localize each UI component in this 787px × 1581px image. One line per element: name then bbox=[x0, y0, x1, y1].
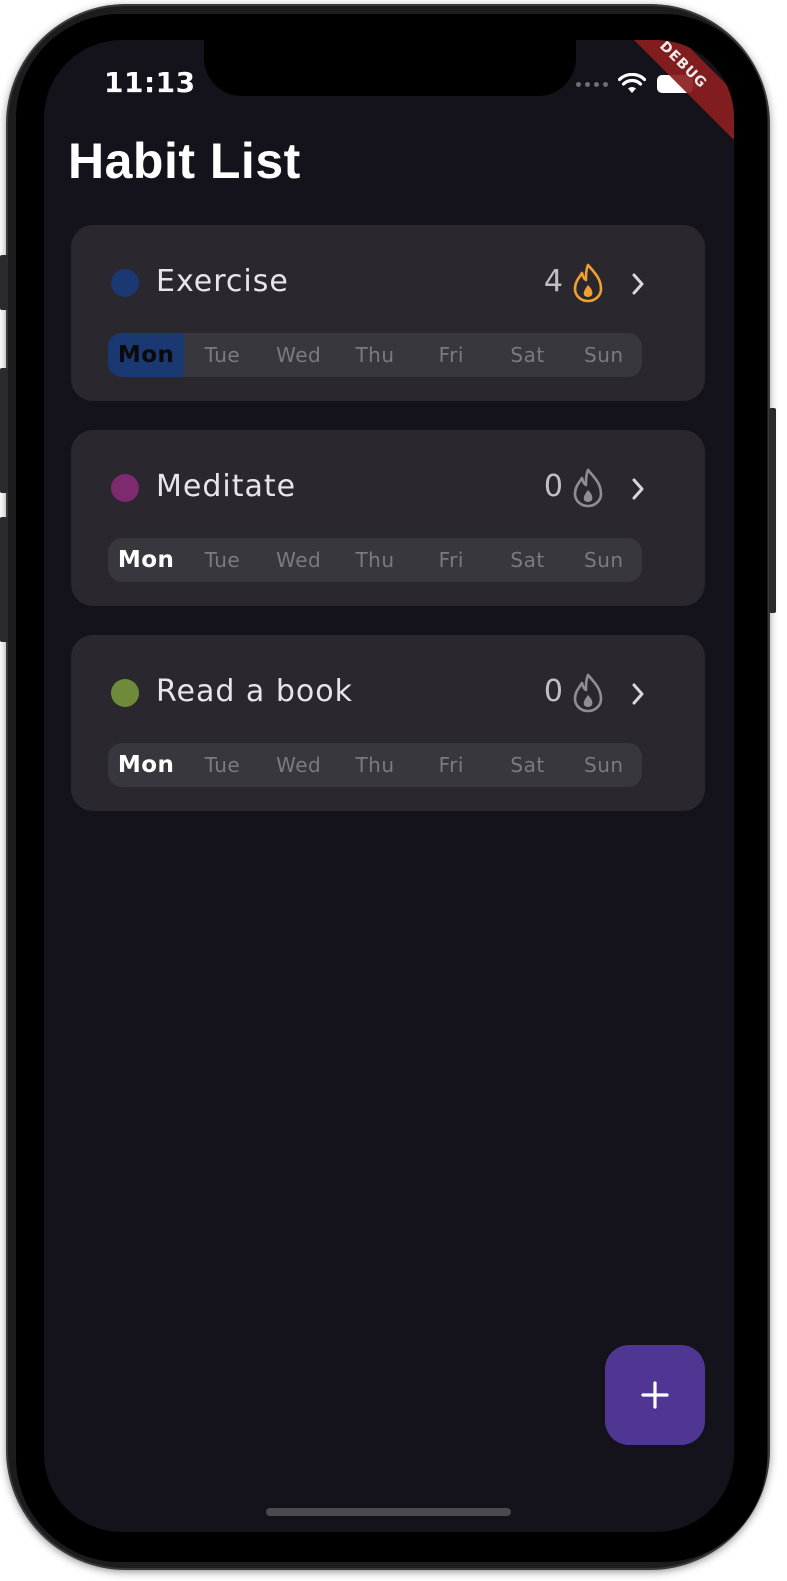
status-time: 11:13 bbox=[104, 66, 196, 99]
app-screen: 11:13 DEBUG Habit List Exercise 4 Mon Tu… bbox=[44, 40, 734, 1532]
signal-dots-icon bbox=[576, 81, 608, 87]
habit-color-dot bbox=[111, 679, 139, 707]
habit-name: Exercise bbox=[156, 264, 289, 299]
day-toggle-thu[interactable]: Thu bbox=[337, 743, 413, 787]
day-toggle-tue[interactable]: Tue bbox=[184, 333, 260, 377]
plus-icon bbox=[641, 1381, 669, 1409]
day-toggle-wed[interactable]: Wed bbox=[261, 743, 337, 787]
day-toggle-sun[interactable]: Sun bbox=[566, 743, 642, 787]
day-toggle-thu[interactable]: Thu bbox=[337, 538, 413, 582]
day-toggle-sat[interactable]: Sat bbox=[489, 538, 565, 582]
day-toggle-fri[interactable]: Fri bbox=[413, 743, 489, 787]
day-toggle-wed[interactable]: Wed bbox=[261, 333, 337, 377]
home-indicator[interactable] bbox=[266, 1508, 511, 1516]
habit-card[interactable]: Read a book 0 Mon Tue Wed Thu Fri Sat Sun bbox=[71, 635, 705, 811]
day-toggle-sat[interactable]: Sat bbox=[489, 743, 565, 787]
day-toggle-sun[interactable]: Sun bbox=[566, 538, 642, 582]
day-toggle-fri[interactable]: Fri bbox=[413, 333, 489, 377]
habit-card[interactable]: Meditate 0 Mon Tue Wed Thu Fri Sat Sun bbox=[71, 430, 705, 606]
wifi-icon bbox=[618, 73, 646, 93]
volume-down-button bbox=[0, 517, 8, 642]
volume-up-button bbox=[0, 368, 8, 493]
week-day-selector: Mon Tue Wed Thu Fri Sat Sun bbox=[108, 333, 642, 377]
add-habit-button[interactable] bbox=[605, 1345, 705, 1445]
streak-count: 0 bbox=[543, 469, 563, 504]
habit-name: Read a book bbox=[156, 674, 353, 709]
habit-header: Read a book 0 bbox=[111, 673, 649, 713]
notch bbox=[204, 40, 576, 96]
power-button bbox=[769, 408, 776, 613]
day-toggle-tue[interactable]: Tue bbox=[184, 538, 260, 582]
silent-switch bbox=[0, 255, 8, 310]
streak-count: 4 bbox=[543, 264, 563, 299]
flame-icon bbox=[573, 673, 603, 713]
habit-color-dot bbox=[111, 269, 139, 297]
day-toggle-sun[interactable]: Sun bbox=[566, 333, 642, 377]
habit-header: Meditate 0 bbox=[111, 468, 649, 508]
habit-header: Exercise 4 bbox=[111, 263, 649, 303]
streak-count: 0 bbox=[543, 674, 563, 709]
week-day-selector: Mon Tue Wed Thu Fri Sat Sun bbox=[108, 743, 642, 787]
day-toggle-wed[interactable]: Wed bbox=[261, 538, 337, 582]
day-toggle-tue[interactable]: Tue bbox=[184, 743, 260, 787]
day-toggle-mon[interactable]: Mon bbox=[108, 333, 185, 377]
chevron-right-icon[interactable] bbox=[627, 271, 649, 297]
day-toggle-thu[interactable]: Thu bbox=[337, 333, 413, 377]
page-title: Habit List bbox=[68, 133, 301, 189]
week-day-selector: Mon Tue Wed Thu Fri Sat Sun bbox=[108, 538, 642, 582]
day-toggle-fri[interactable]: Fri bbox=[413, 538, 489, 582]
flame-icon bbox=[573, 468, 603, 508]
flame-icon bbox=[573, 263, 603, 303]
day-toggle-mon[interactable]: Mon bbox=[108, 538, 184, 582]
habit-color-dot bbox=[111, 474, 139, 502]
habit-name: Meditate bbox=[156, 469, 297, 504]
chevron-right-icon[interactable] bbox=[627, 476, 649, 502]
day-toggle-sat[interactable]: Sat bbox=[489, 333, 565, 377]
habit-card[interactable]: Exercise 4 Mon Tue Wed Thu Fri Sat Sun bbox=[71, 225, 705, 401]
chevron-right-icon[interactable] bbox=[627, 681, 649, 707]
day-toggle-mon[interactable]: Mon bbox=[108, 743, 184, 787]
